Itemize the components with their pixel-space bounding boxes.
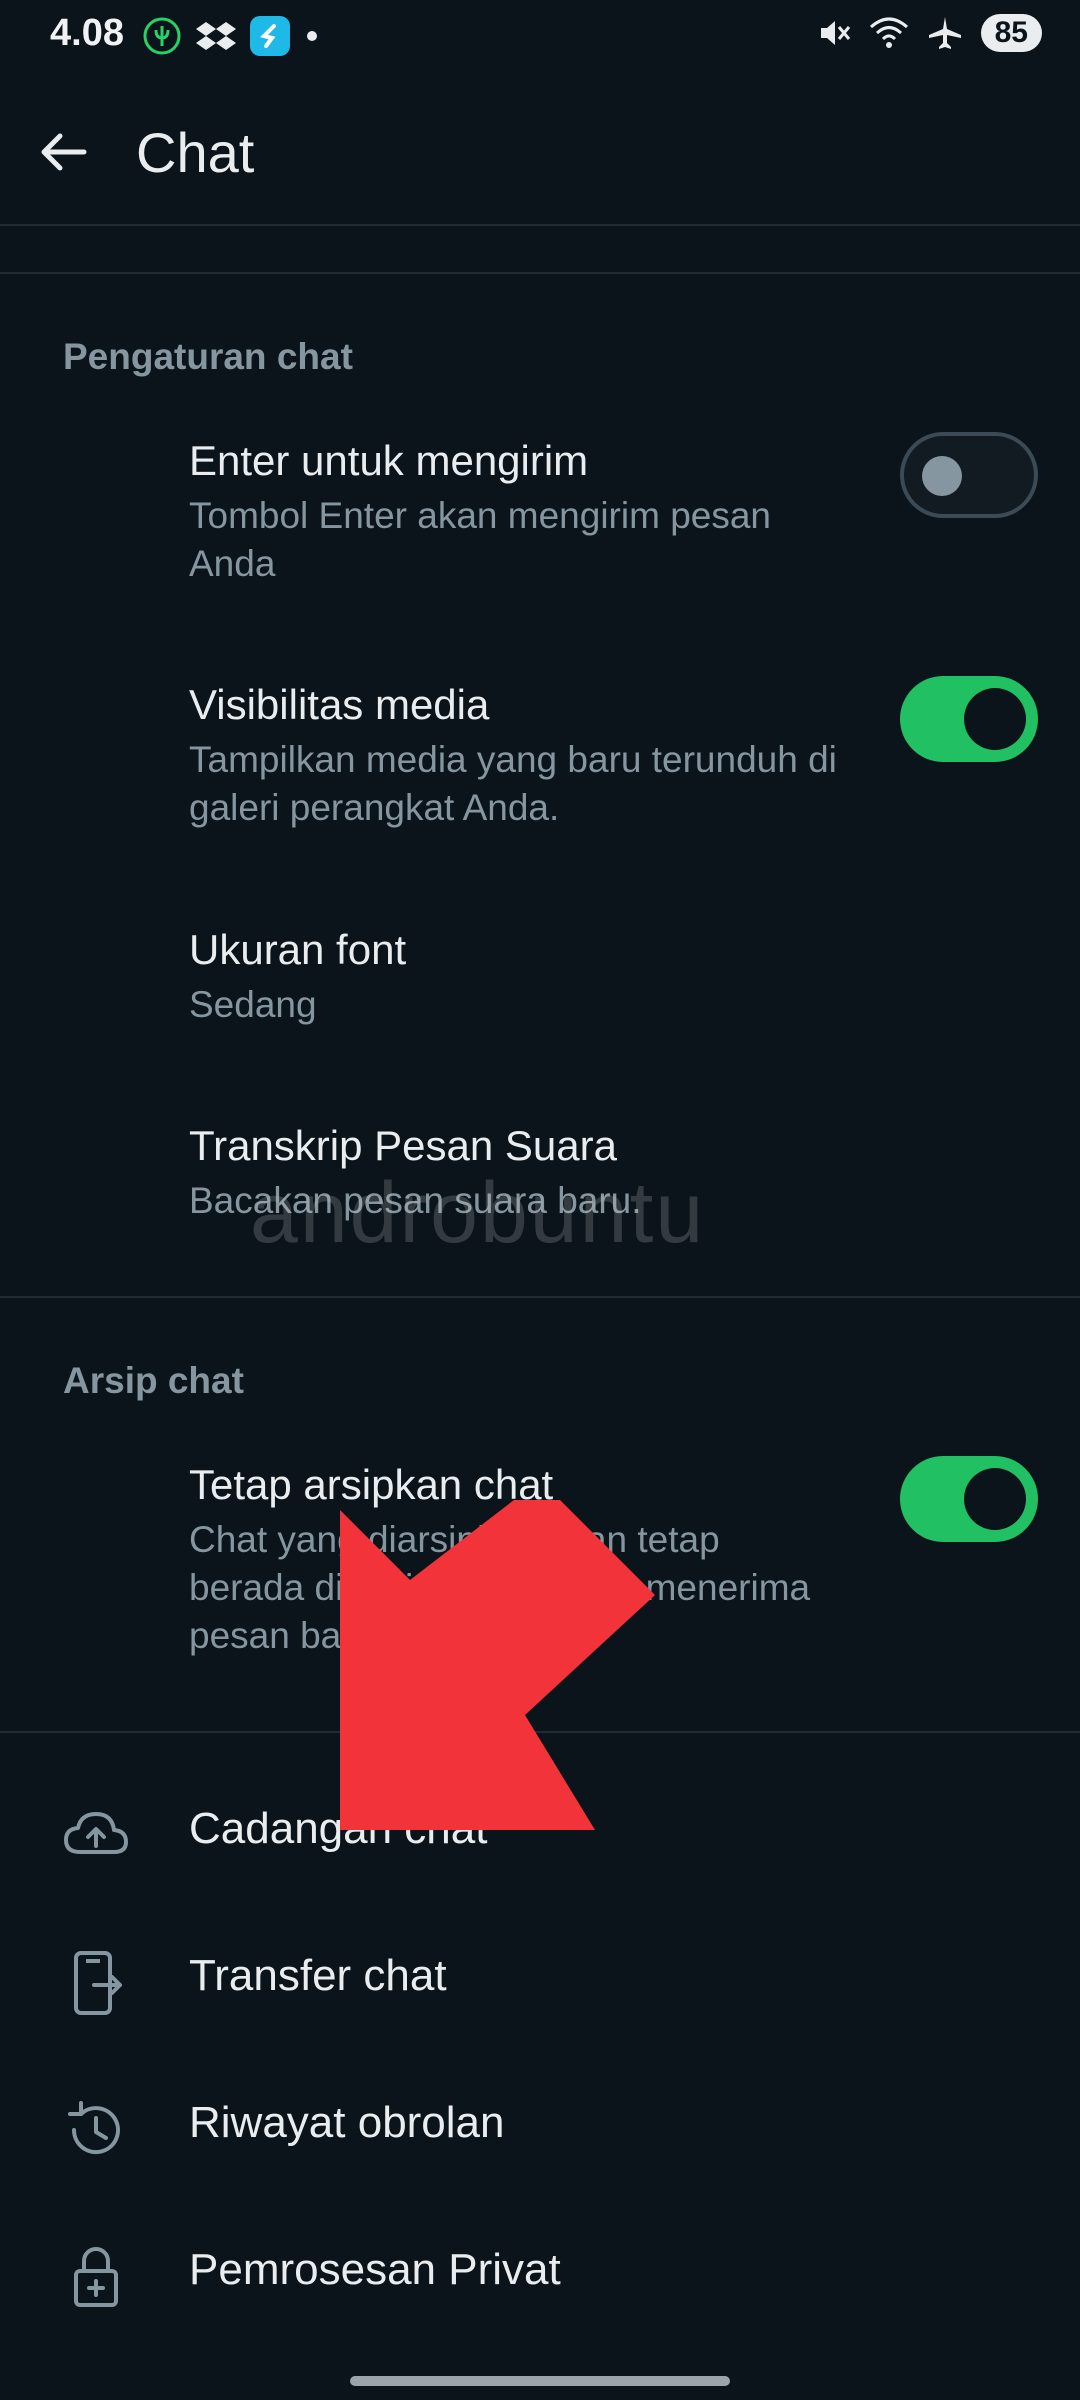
shazam-icon <box>250 16 290 56</box>
wifi-icon <box>869 17 908 48</box>
divider <box>0 1296 1080 1298</box>
setting-title: Ukuran font <box>189 926 407 973</box>
section-header-chat-settings: Pengaturan chat <box>63 336 353 377</box>
setting-subtitle: Sedang <box>189 984 317 1025</box>
menu-label: Transfer chat <box>189 1951 447 2000</box>
setting-enter-send[interactable]: Enter untuk mengirim Tombol Enter akan m… <box>189 436 889 588</box>
phone-transfer-icon <box>74 1951 122 2015</box>
page-title: Chat <box>136 121 255 184</box>
toggle-knob <box>964 1468 1026 1530</box>
divider <box>0 224 1080 226</box>
annotation-arrow-icon <box>340 1500 655 1830</box>
toggle-keep-archived[interactable] <box>900 1456 1038 1542</box>
toggle-knob <box>964 688 1026 750</box>
toggle-knob <box>922 456 962 496</box>
app-bar: Chat <box>0 74 1080 224</box>
battery-indicator: 85 <box>980 14 1042 52</box>
back-arrow-icon[interactable] <box>34 122 94 182</box>
status-time: 4.08 <box>50 12 124 54</box>
menu-label: Pemrosesan Privat <box>189 2245 561 2294</box>
cloud-upload-icon <box>64 1812 128 1854</box>
setting-subtitle: Tombol Enter akan mengirim pesan Anda <box>189 495 772 584</box>
setting-font-size[interactable]: Ukuran font Sedang <box>189 925 889 1029</box>
airplane-icon <box>928 17 961 49</box>
gesture-nav-handle[interactable] <box>350 2376 730 2386</box>
toggle-media-visibility[interactable] <box>900 676 1038 762</box>
leaf-icon <box>143 17 181 55</box>
status-bar: 4.08 85 <box>0 0 1080 74</box>
setting-title: Enter untuk mengirim <box>189 437 589 484</box>
dot-icon <box>307 31 317 41</box>
menu-item-chat-history[interactable]: Riwayat obrolan <box>0 2052 1080 2192</box>
setting-media-visibility[interactable]: Visibilitas media Tampilkan media yang b… <box>189 680 889 832</box>
menu-item-chat-transfer[interactable]: Transfer chat <box>0 1905 1080 2045</box>
divider <box>0 272 1080 274</box>
section-header-archive: Arsip chat <box>63 1360 244 1401</box>
lock-icon <box>74 2247 118 2307</box>
dropbox-icon <box>196 22 236 50</box>
menu-item-private-processing[interactable]: Pemrosesan Privat <box>0 2199 1080 2339</box>
mute-icon <box>820 21 850 45</box>
setting-title: Visibilitas media <box>189 681 490 728</box>
menu-label: Riwayat obrolan <box>189 2098 505 2147</box>
setting-subtitle: Tampilkan media yang baru terunduh di ga… <box>189 739 837 828</box>
toggle-enter-send[interactable] <box>900 432 1038 518</box>
watermark: androbuntu <box>250 1165 706 1261</box>
history-icon <box>68 2101 120 2155</box>
